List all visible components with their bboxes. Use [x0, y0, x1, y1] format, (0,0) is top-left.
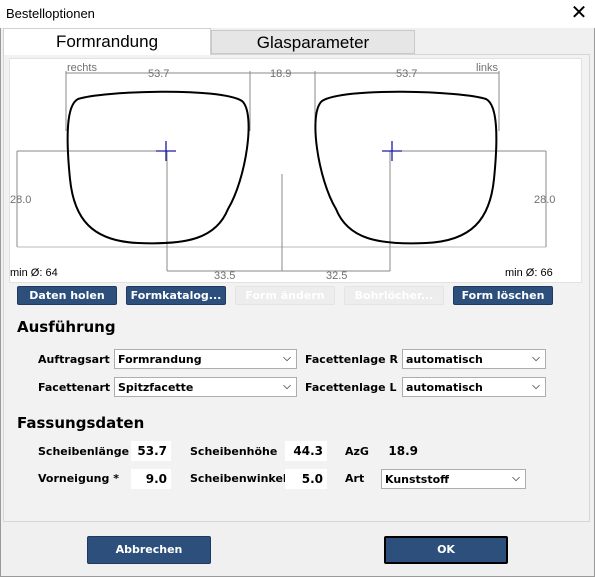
scheibenhoehe-field[interactable]: 44.3	[285, 441, 327, 461]
chevron-down-icon: ⌵	[283, 381, 291, 392]
art-label: Art	[345, 472, 365, 485]
facettenlage-r-select[interactable]: automatisch ⌵	[402, 349, 546, 369]
facettenlage-r-label: Facettenlage R	[305, 353, 398, 366]
form-aendern-button[interactable]: Form ändern	[235, 286, 335, 305]
facettenart-label: Facettenart	[38, 381, 111, 394]
shape-drawing: rechts links 53.7 18.9 53.7 28.0 28.0 33…	[9, 58, 582, 283]
facettenlage-l-label: Facettenlage L	[305, 381, 397, 394]
formkatalog-button[interactable]: Formkatalog...	[126, 286, 226, 305]
art-select[interactable]: Kunststoff ⌵	[381, 469, 526, 489]
lens-shape-svg: rechts links 53.7 18.9 53.7 28.0 28.0 33…	[10, 62, 555, 282]
cancel-button[interactable]: Abbrechen	[87, 536, 211, 564]
label-width-left: 53.7	[396, 68, 417, 80]
fassungsdaten-title: Fassungsdaten	[17, 414, 145, 432]
scheibenlaenge-label: Scheibenlänge	[38, 445, 130, 458]
azg-value: 18.9	[388, 444, 418, 458]
scheibenwinkel-field[interactable]: 5.0	[285, 469, 327, 489]
label-bridge: 18.9	[270, 68, 291, 80]
scheibenwinkel-label: Scheibenwinkel	[190, 472, 287, 485]
chevron-down-icon: ⌵	[532, 381, 540, 392]
label-pd-left: 32.5	[326, 270, 347, 282]
min-diameter-right: min Ø: 64	[10, 267, 58, 279]
scheibenhoehe-label: Scheibenhöhe	[190, 445, 278, 458]
bohrloecher-button[interactable]: Bohrlöcher...	[344, 286, 444, 305]
auftragsart-select[interactable]: Formrandung ⌵	[114, 349, 297, 369]
facettenlage-r-value: automatisch	[406, 353, 483, 366]
auftragsart-value: Formrandung	[118, 353, 202, 366]
ausfuehrung-title: Ausführung	[17, 318, 116, 336]
min-diameter-left: min Ø: 66	[505, 267, 553, 279]
daten-holen-button[interactable]: Daten holen	[17, 286, 117, 305]
label-pd-right: 33.5	[214, 270, 235, 282]
chevron-down-icon: ⌵	[283, 353, 291, 364]
form-loeschen-button[interactable]: Form löschen	[453, 286, 553, 305]
vorneigung-label: Vorneigung *	[38, 472, 119, 485]
vorneigung-field[interactable]: 9.0	[131, 469, 171, 489]
label-width-right: 53.7	[148, 68, 169, 80]
window-title: Bestelloptionen	[6, 6, 95, 21]
facettenlage-l-value: automatisch	[406, 381, 483, 394]
azg-label: AzG	[345, 445, 369, 458]
label-height-left: 28.0	[534, 194, 555, 206]
label-rechts: rechts	[67, 62, 97, 74]
label-height-right: 28.0	[10, 194, 31, 206]
left-lens-outline	[314, 90, 498, 245]
chevron-down-icon: ⌵	[532, 353, 540, 364]
tab-formrandung[interactable]: Formrandung	[3, 28, 211, 55]
auftragsart-label: Auftragsart	[38, 353, 110, 366]
close-icon[interactable]: ✕	[568, 1, 590, 25]
label-links: links	[476, 62, 499, 74]
facettenart-select[interactable]: Spitzfacette ⌵	[114, 377, 297, 397]
art-value: Kunststoff	[385, 473, 450, 486]
facettenlage-l-select[interactable]: automatisch ⌵	[402, 377, 546, 397]
scheibenlaenge-field[interactable]: 53.7	[131, 441, 171, 461]
chevron-down-icon: ⌵	[512, 473, 520, 484]
ok-button[interactable]: OK	[384, 536, 508, 564]
right-lens-outline	[66, 90, 250, 245]
facettenart-value: Spitzfacette	[118, 381, 194, 394]
tab-glasparameter[interactable]: Glasparameter	[211, 30, 415, 54]
